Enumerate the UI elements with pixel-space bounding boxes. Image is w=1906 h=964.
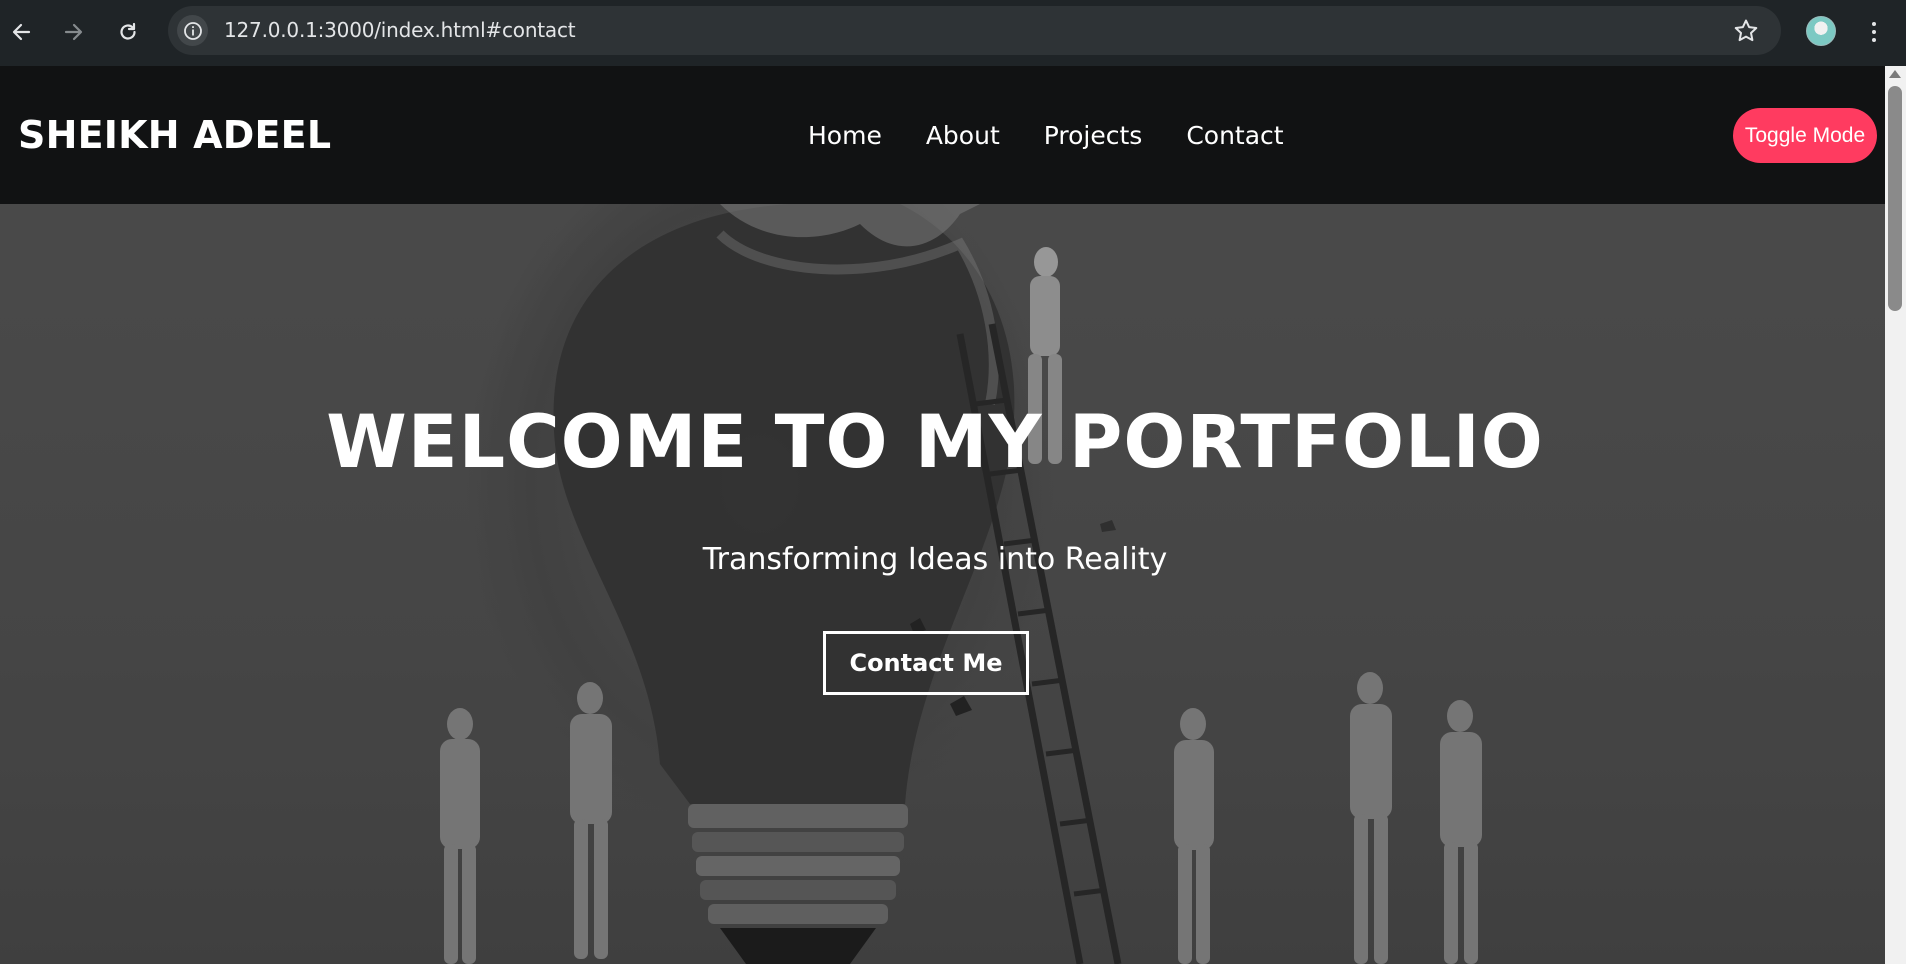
info-icon: [183, 21, 202, 40]
back-icon: [12, 23, 31, 41]
hero-section: WELCOME TO MY PORTFOLIO Transforming Ide…: [0, 204, 1885, 964]
back-button[interactable]: [3, 14, 39, 50]
nav-home[interactable]: Home: [808, 121, 882, 150]
forward-icon: [64, 23, 83, 41]
browser-toolbar: 127.0.0.1:3000/index.html#contact: [0, 0, 1906, 66]
page-viewport: SHEIKH ADEEL Home About Projects Contact…: [0, 66, 1885, 964]
kebab-menu-icon[interactable]: [1862, 16, 1886, 48]
hero-subtitle: Transforming Ideas into Reality: [702, 542, 1168, 577]
hero-title: WELCOME TO MY PORTFOLIO: [326, 400, 1544, 485]
toggle-mode-button[interactable]: Toggle Mode: [1733, 108, 1877, 163]
contact-me-button[interactable]: Contact Me: [823, 631, 1029, 695]
page-scrollbar[interactable]: [1885, 66, 1906, 964]
nav-contact[interactable]: Contact: [1186, 121, 1283, 150]
site-info-button[interactable]: [177, 15, 208, 46]
address-bar[interactable]: 127.0.0.1:3000/index.html#contact: [168, 6, 1781, 55]
hero-background-image: [0, 204, 1885, 964]
profile-avatar[interactable]: [1806, 16, 1836, 46]
brand-logo[interactable]: SHEIKH ADEEL: [18, 66, 331, 204]
scroll-thumb[interactable]: [1888, 86, 1902, 311]
address-url[interactable]: 127.0.0.1:3000/index.html#contact: [224, 6, 576, 55]
star-icon[interactable]: [1733, 18, 1759, 44]
reload-icon: [120, 22, 136, 40]
forward-button[interactable]: [56, 14, 92, 50]
reload-button[interactable]: [110, 14, 146, 50]
site-header: SHEIKH ADEEL Home About Projects Contact…: [0, 66, 1885, 204]
main-nav: Home About Projects Contact: [808, 66, 1284, 204]
nav-projects[interactable]: Projects: [1044, 121, 1143, 150]
nav-about[interactable]: About: [926, 121, 1000, 150]
scroll-up-arrow-icon[interactable]: [1889, 70, 1901, 78]
